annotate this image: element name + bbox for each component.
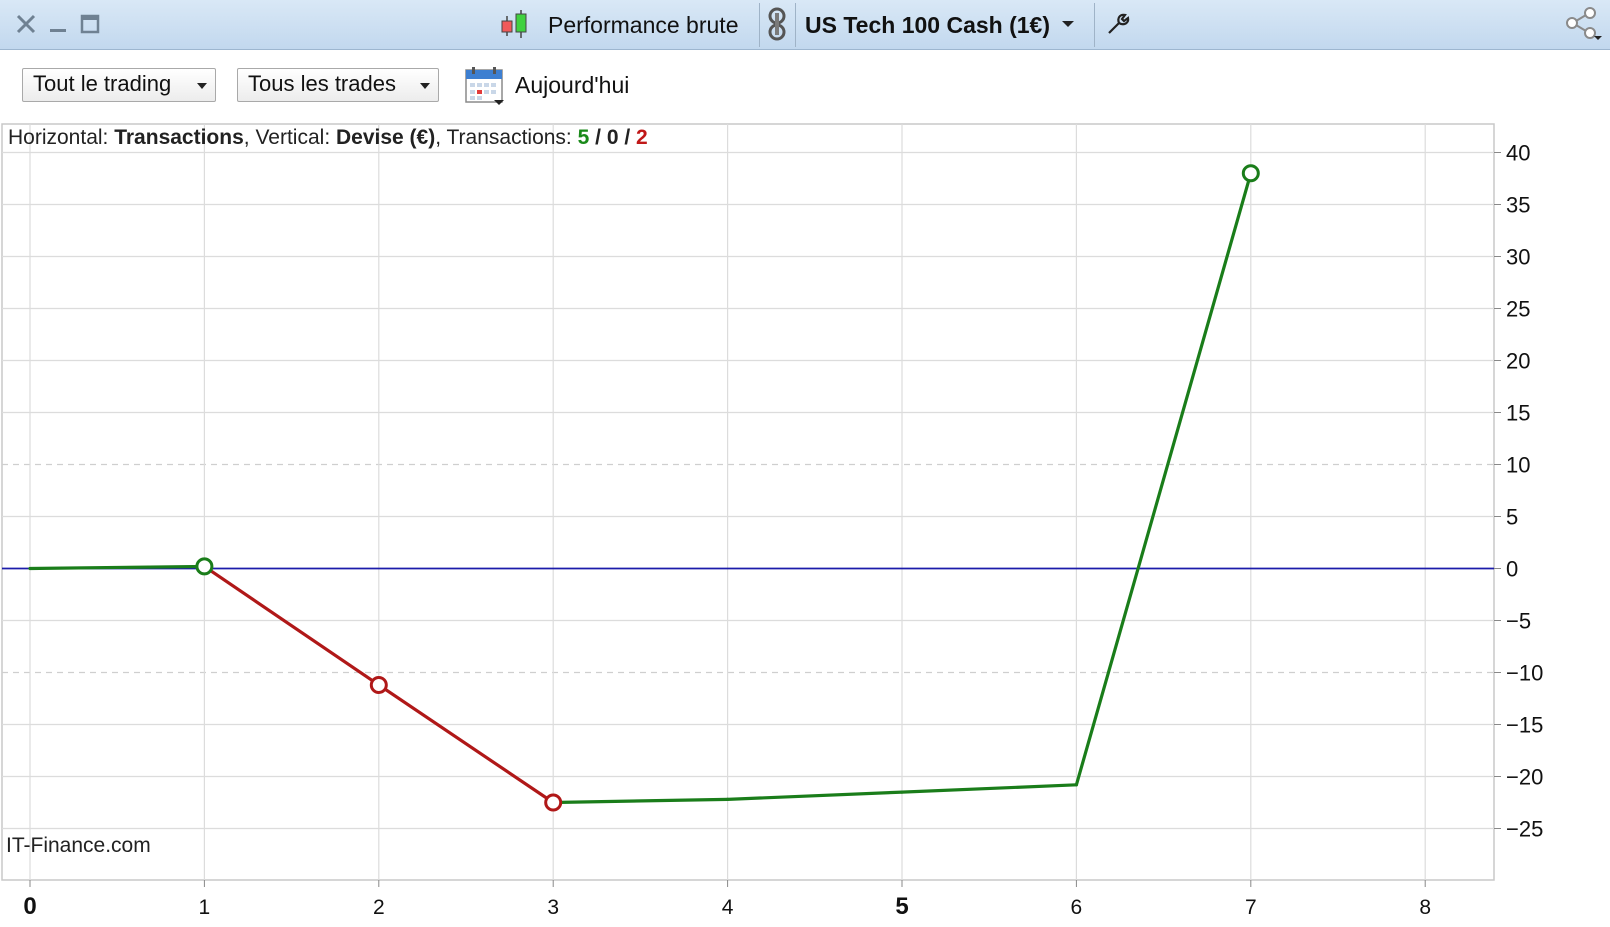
- maximize-icon[interactable]: [76, 10, 104, 38]
- separator: [1094, 3, 1095, 47]
- x-tick-label: 2: [373, 896, 385, 919]
- y-tick-label: −5: [1506, 609, 1531, 634]
- y-tick-label: 25: [1506, 297, 1530, 322]
- trade-marker: [1241, 164, 1260, 183]
- y-tick-label: 30: [1506, 245, 1530, 270]
- x-tick-label: 0: [23, 893, 36, 920]
- series-segment: [28, 564, 206, 571]
- x-tick-label: 6: [1071, 896, 1083, 919]
- y-tick-label: −10: [1506, 661, 1543, 686]
- y-tick-label: 0: [1506, 557, 1518, 582]
- instrument-selector[interactable]: US Tech 100 Cash (1€): [805, 12, 1050, 39]
- losses-count: 2: [636, 126, 648, 149]
- wrench-icon[interactable]: [1104, 10, 1132, 38]
- y-tick-label: 35: [1506, 193, 1530, 218]
- y-tick-label: 10: [1506, 453, 1530, 478]
- x-tick-label: 3: [547, 896, 559, 919]
- minimize-icon[interactable]: [44, 10, 72, 38]
- date-label[interactable]: Aujourd'hui: [515, 72, 629, 99]
- chart-area: 40 35 30 25 20 15 10 5 0 −5 −10 −15 −20 −25 0 1 2 3 4 5 6 7 8: [0, 122, 1610, 922]
- x-tick-label: 4: [722, 896, 734, 919]
- watermark: IT-Finance.com: [6, 834, 151, 857]
- chart-type-label[interactable]: Performance brute: [548, 12, 738, 39]
- transactions-prefix: , Transactions:: [435, 126, 578, 149]
- separator: [795, 3, 796, 47]
- trade-marker: [195, 557, 214, 576]
- close-icon[interactable]: [12, 10, 40, 38]
- trades-dropdown-label: Tous les trades: [248, 71, 396, 96]
- y-tick-label: 40: [1506, 141, 1530, 166]
- chart-info-line: Horizontal: Transactions, Vertical: Devi…: [8, 126, 648, 150]
- y-tick-label: 15: [1506, 401, 1530, 426]
- wins-count: 5: [577, 126, 590, 149]
- y-tick-label: 20: [1506, 349, 1530, 374]
- x-tick-label: 1: [199, 896, 211, 919]
- performance-chart: 4035302520151050−5−10−15−20−250 1 2 3 4 5 6 7 8: [1, 123, 1543, 920]
- x-tick-label: 7: [1245, 896, 1257, 919]
- window-titlebar: Performance brute US Tech 100 Cash (1€): [0, 0, 1610, 50]
- horizontal-prefix: Horizontal:: [8, 126, 115, 149]
- scope-dropdown-label: Tout le trading: [33, 71, 172, 96]
- chart-toolbar: Tout le trading Tous les trades Aujourd'…: [0, 50, 1610, 122]
- x-tick-label: 5: [895, 893, 908, 920]
- y-tick-label: 5: [1506, 505, 1518, 530]
- trade-marker: [544, 793, 563, 812]
- calendar-icon[interactable]: [464, 66, 506, 106]
- y-tick-label: −15: [1506, 713, 1543, 738]
- scope-dropdown[interactable]: Tout le trading: [22, 68, 216, 102]
- y-tick-label: −20: [1506, 765, 1543, 790]
- plot-frame: [1, 123, 1495, 881]
- share-icon[interactable]: [1564, 7, 1602, 40]
- trades-dropdown[interactable]: Tous les trades: [237, 68, 439, 102]
- chevron-down-icon[interactable]: [1060, 10, 1076, 38]
- trade-marker: [369, 675, 388, 694]
- candlestick-icon[interactable]: [498, 10, 532, 38]
- vertical-value: Devise (€): [335, 126, 436, 149]
- y-tick-label: −25: [1506, 817, 1543, 842]
- count-separator: /: [618, 126, 637, 149]
- count-separator: /: [589, 126, 607, 149]
- vertical-prefix: , Vertical:: [243, 126, 336, 149]
- chevron-down-icon: [420, 83, 430, 89]
- x-tick-label: 8: [1419, 896, 1431, 919]
- chevron-down-icon: [197, 83, 207, 89]
- separator: [759, 3, 760, 47]
- neutral-count: 0: [606, 126, 619, 149]
- link-icon[interactable]: [763, 7, 791, 41]
- horizontal-value: Transactions: [114, 126, 244, 149]
